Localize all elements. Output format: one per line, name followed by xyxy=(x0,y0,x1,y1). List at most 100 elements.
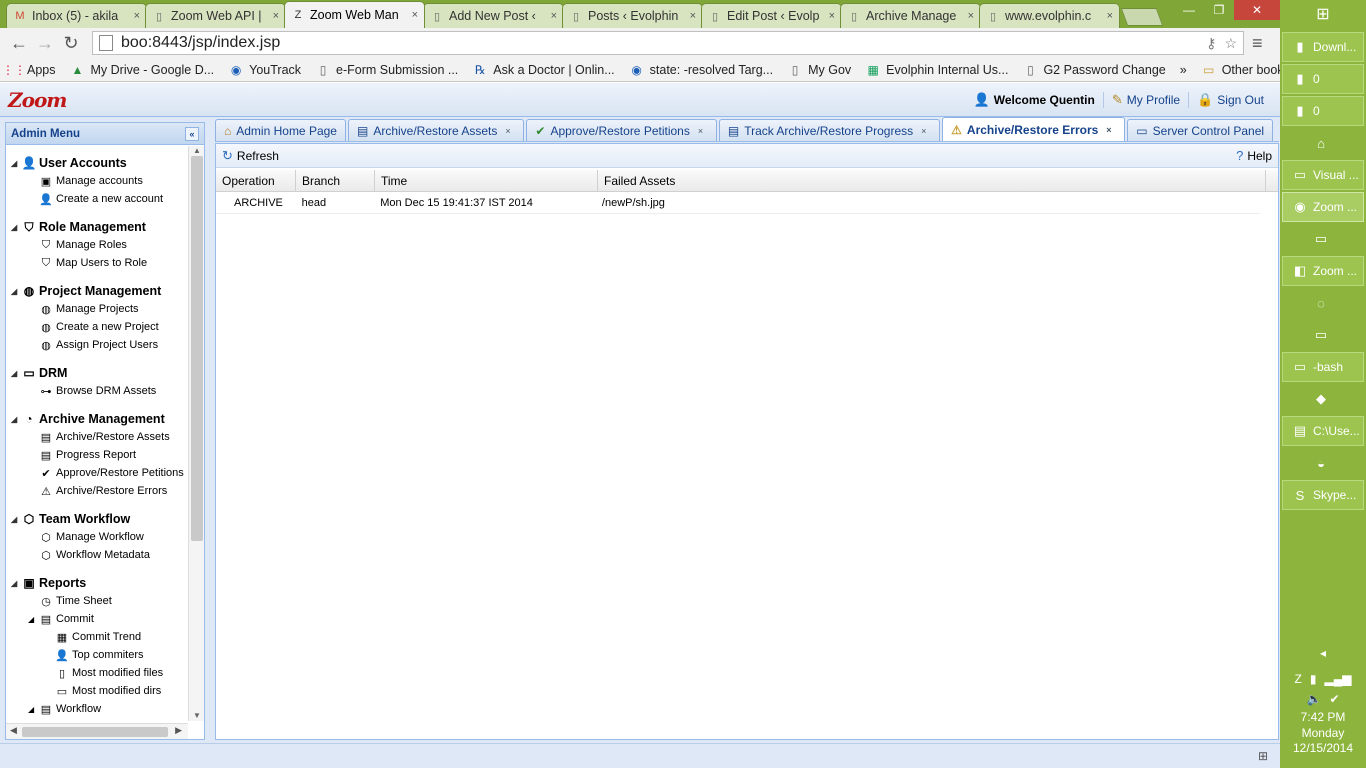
taskbar-item[interactable]: ◆ xyxy=(1282,384,1364,414)
menu-item-workflow[interactable]: ◢ ▤ Workflow xyxy=(6,700,188,718)
taskbar-item[interactable]: ◌ xyxy=(1282,288,1364,318)
sign-out-link[interactable]: 🔒 Sign Out xyxy=(1188,91,1272,108)
menu-item-assign-project-users[interactable]: ◍ Assign Project Users xyxy=(6,336,188,354)
menu-item-manage-projects[interactable]: ◍ Manage Projects xyxy=(6,300,188,318)
menu-group-reports[interactable]: ◢ ▣ Reports xyxy=(6,574,188,592)
close-icon[interactable]: × xyxy=(968,10,974,22)
column-header-operation[interactable]: Operation xyxy=(216,170,296,191)
bookmark-my-gov[interactable]: ▯ My Gov xyxy=(787,62,851,78)
menu-item-create-a-new-project[interactable]: ◍ Create a new Project xyxy=(6,318,188,336)
new-tab-button[interactable] xyxy=(1120,8,1164,26)
reload-icon[interactable]: ↻ xyxy=(58,30,84,56)
taskbar-item[interactable]: ▭ xyxy=(1282,224,1364,254)
menu-group-role-management[interactable]: ◢ ⛉ Role Management xyxy=(6,218,188,236)
sidebar-vertical-scrollbar[interactable]: ▲ ▼ xyxy=(188,146,204,721)
close-icon[interactable]: × xyxy=(273,10,279,22)
browser-tab[interactable]: ▯ Zoom Web API | × xyxy=(145,3,286,28)
scroll-down-icon[interactable]: ▼ xyxy=(189,711,205,721)
expand-toggle-icon[interactable]: ◢ xyxy=(11,515,21,524)
menu-item-manage-workflow[interactable]: ⬡ Manage Workflow xyxy=(6,528,188,546)
menu-item-manage-accounts[interactable]: ▣ Manage accounts xyxy=(6,172,188,190)
menu-group-drm[interactable]: ◢ ▭ DRM xyxy=(6,364,188,382)
expand-toggle-icon[interactable]: ◢ xyxy=(28,615,38,624)
menu-item-progress-report[interactable]: ▤ Progress Report xyxy=(6,446,188,464)
expand-toggle-icon[interactable]: ◢ xyxy=(11,415,21,424)
expand-toggle-icon[interactable]: ◢ xyxy=(11,287,21,296)
browser-tab[interactable]: ▯ Edit Post ‹ Evolp × xyxy=(701,3,842,28)
start-button[interactable]: ⊞ xyxy=(1282,0,1364,28)
close-window-button[interactable]: ✕ xyxy=(1234,0,1280,20)
menu-item-most-modified-files[interactable]: ▯ Most modified files xyxy=(6,664,188,682)
tab-close-icon[interactable]: × xyxy=(698,126,708,136)
menu-item-archive-restore-assets[interactable]: ▤ Archive/Restore Assets xyxy=(6,428,188,446)
other-bookmarks[interactable]: ▭ Other bookmarks xyxy=(1201,62,1280,78)
signal-icon[interactable]: ▂▄▆ xyxy=(1324,672,1351,686)
scroll-left-icon[interactable]: ◀ xyxy=(10,725,17,736)
table-row[interactable]: ARCHIVE head Mon Dec 15 19:41:37 IST 2014 /… xyxy=(216,192,1260,214)
collapse-sidebar-icon[interactable]: « xyxy=(185,126,199,141)
bookmark-my-drive-google-d[interactable]: ▲ My Drive - Google D... xyxy=(70,62,215,78)
bookmark-evolphin-internal-us[interactable]: ▦ Evolphin Internal Us... xyxy=(865,62,1008,78)
menu-item-map-users-to-role[interactable]: ⛉ Map Users to Role xyxy=(6,254,188,272)
star-icon[interactable]: ☆ xyxy=(1224,35,1237,52)
show-hidden-icons-icon[interactable]: ◂ xyxy=(1320,646,1326,660)
url-text[interactable]: boo:8443/jsp/index.jsp xyxy=(121,34,1198,52)
help-button[interactable]: ? Help xyxy=(1236,148,1272,163)
sidebar-horizontal-scrollbar[interactable]: ◀ ▶ xyxy=(6,723,188,739)
expand-toggle-icon[interactable]: ◢ xyxy=(11,369,21,378)
menu-item-browse-drm-assets[interactable]: ⊶ Browse DRM Assets xyxy=(6,382,188,400)
browser-tab[interactable]: ▯ Add New Post ‹ × xyxy=(423,3,564,28)
browser-tab[interactable]: Z Zoom Web Man × xyxy=(284,1,425,28)
zoom-tray-icon[interactable]: Z xyxy=(1295,672,1302,686)
my-profile-link[interactable]: ✎ My Profile xyxy=(1102,91,1188,108)
menu-item-create-a-new-account[interactable]: 👤 Create a new account xyxy=(6,190,188,208)
menu-item-top-commiters[interactable]: 👤 Top commiters xyxy=(6,646,188,664)
battery-icon[interactable]: ▮ xyxy=(1310,672,1317,686)
taskbar-item[interactable]: ▤ C:\Use... xyxy=(1282,416,1364,446)
expand-toggle-icon[interactable]: ◢ xyxy=(11,223,21,232)
forward-arrow-icon[interactable]: → xyxy=(32,30,58,56)
tab-archive-restore-errors[interactable]: ⚠ Archive/Restore Errors × xyxy=(942,117,1126,141)
menu-group-archive-management[interactable]: ◢ ◔ Archive Management xyxy=(6,410,188,428)
key-icon[interactable]: ⚷ xyxy=(1206,35,1216,52)
menu-item-manage-roles[interactable]: ⛉ Manage Roles xyxy=(6,236,188,254)
taskbar-item[interactable]: ▮ 0 xyxy=(1282,96,1364,126)
browser-tab[interactable]: M Inbox (5) - akila × xyxy=(6,3,147,28)
tab-server-control-panel[interactable]: ▭ Server Control Panel xyxy=(1127,119,1274,141)
menu-item-most-modified-dirs[interactable]: ▭ Most modified dirs xyxy=(6,682,188,700)
expand-toggle-icon[interactable]: ◢ xyxy=(11,159,21,168)
menu-item-archive-restore-errors[interactable]: ⚠ Archive/Restore Errors xyxy=(6,482,188,500)
menu-item-time-sheet[interactable]: ◷ Time Sheet xyxy=(6,592,188,610)
taskbar-item[interactable]: S Skype... xyxy=(1282,480,1364,510)
menu-item-approve-restore-petitions[interactable]: ✔ Approve/Restore Petitions xyxy=(6,464,188,482)
menu-item-commit[interactable]: ◢ ▤ Commit xyxy=(6,610,188,628)
menu-item-commit-trend[interactable]: ▦ Commit Trend xyxy=(6,628,188,646)
refresh-button[interactable]: ↻ Refresh xyxy=(222,148,279,164)
scroll-right-icon[interactable]: ▶ xyxy=(175,725,182,736)
bookmark-apps[interactable]: ⋮⋮ Apps xyxy=(2,62,56,78)
chrome-menu-icon[interactable]: ≡ xyxy=(1252,33,1263,54)
bookmark-ask-a-doctor-onlin[interactable]: ℞ Ask a Doctor | Onlin... xyxy=(472,62,615,78)
tab-approve-restore-petitions[interactable]: ✔ Approve/Restore Petitions × xyxy=(526,119,717,141)
tab-close-icon[interactable]: × xyxy=(505,126,515,136)
taskbar-item[interactable]: ◒ xyxy=(1282,448,1364,478)
menu-item-workflow-metadata[interactable]: ⬡ Workflow Metadata xyxy=(6,546,188,564)
menu-group-project-management[interactable]: ◢ ◍ Project Management xyxy=(6,282,188,300)
taskbar-item[interactable]: ▭ -bash xyxy=(1282,352,1364,382)
minimize-button[interactable]: — xyxy=(1174,0,1204,20)
close-icon[interactable]: × xyxy=(1107,10,1113,22)
column-header-branch[interactable]: Branch xyxy=(296,170,375,191)
close-icon[interactable]: × xyxy=(134,10,140,22)
browser-tab[interactable]: ▯ www.evolphin.c × xyxy=(979,3,1120,28)
more-bookmarks-icon[interactable]: » xyxy=(1180,63,1187,77)
maximize-button[interactable]: ❐ xyxy=(1204,0,1234,20)
taskbar-item[interactable]: ▭ Visual ... xyxy=(1282,160,1364,190)
tab-close-icon[interactable]: × xyxy=(1106,125,1116,135)
close-icon[interactable]: × xyxy=(551,10,557,22)
bookmark-state-resolved-targ[interactable]: ◉ state: -resolved Targ... xyxy=(629,62,773,78)
expand-toggle-icon[interactable]: ◢ xyxy=(11,579,21,588)
column-header-failed-assets[interactable]: Failed Assets xyxy=(598,170,1266,191)
browser-tab[interactable]: ▯ Archive Manage × xyxy=(840,3,981,28)
taskbar-item[interactable]: ▮ 0 xyxy=(1282,64,1364,94)
column-header-time[interactable]: Time xyxy=(375,170,598,191)
